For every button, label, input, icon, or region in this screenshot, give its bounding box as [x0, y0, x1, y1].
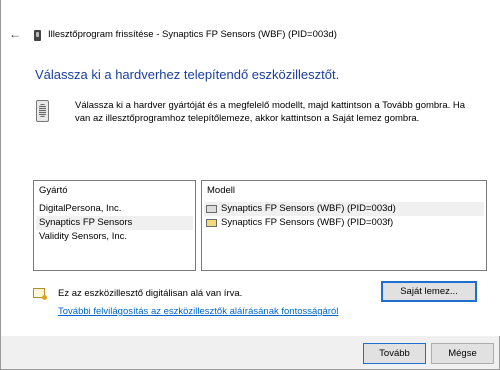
manufacturer-item-selected[interactable]: Synaptics FP Sensors [36, 216, 193, 230]
signing-info-link[interactable]: További felvilágosítás az eszközillesztő… [58, 306, 338, 317]
model-item-label: Synaptics FP Sensors (WBF) (PID=003f) [221, 217, 394, 228]
driver-icon [206, 219, 217, 227]
have-disk-button[interactable]: Saját lemez... [381, 281, 477, 302]
signature-status-text: Ez az eszközillesztő digitálisan alá van… [58, 288, 243, 299]
model-list-header: Modell [207, 185, 235, 196]
manufacturer-item[interactable]: DigitalPersona, Inc. [36, 202, 193, 216]
dialog-window: ← Illesztőprogram frissítése - Synaptics… [0, 0, 500, 370]
model-item-selected[interactable]: Synaptics FP Sensors (WBF) (PID=003d) [204, 202, 484, 216]
manufacturer-list[interactable]: Gyártó DigitalPersona, Inc. Synaptics FP… [33, 180, 196, 271]
certificate-icon [33, 288, 47, 300]
next-button[interactable]: Tovább [363, 343, 426, 364]
cancel-button[interactable]: Mégse [431, 343, 494, 364]
window-title: Illesztőprogram frissítése - Synaptics F… [48, 29, 337, 40]
instructions-text: Válassza ki a hardver gyártóját és a meg… [75, 100, 466, 124]
device-icon [34, 30, 41, 41]
manufacturer-item[interactable]: Validity Sensors, Inc. [36, 230, 193, 244]
manufacturer-list-header: Gyártó [39, 185, 68, 196]
page-heading: Válassza ki a hardverhez telepítendő esz… [35, 67, 340, 82]
model-list[interactable]: Modell Synaptics FP Sensors (WBF) (PID=0… [201, 180, 487, 271]
dialog-content: ← Illesztőprogram frissítése - Synaptics… [1, 0, 500, 336]
driver-icon [206, 205, 217, 213]
model-item-label: Synaptics FP Sensors (WBF) (PID=003d) [221, 203, 396, 214]
fingerprint-reader-icon [36, 100, 49, 122]
back-arrow-icon[interactable]: ← [9, 27, 21, 41]
model-item[interactable]: Synaptics FP Sensors (WBF) (PID=003f) [204, 216, 484, 230]
